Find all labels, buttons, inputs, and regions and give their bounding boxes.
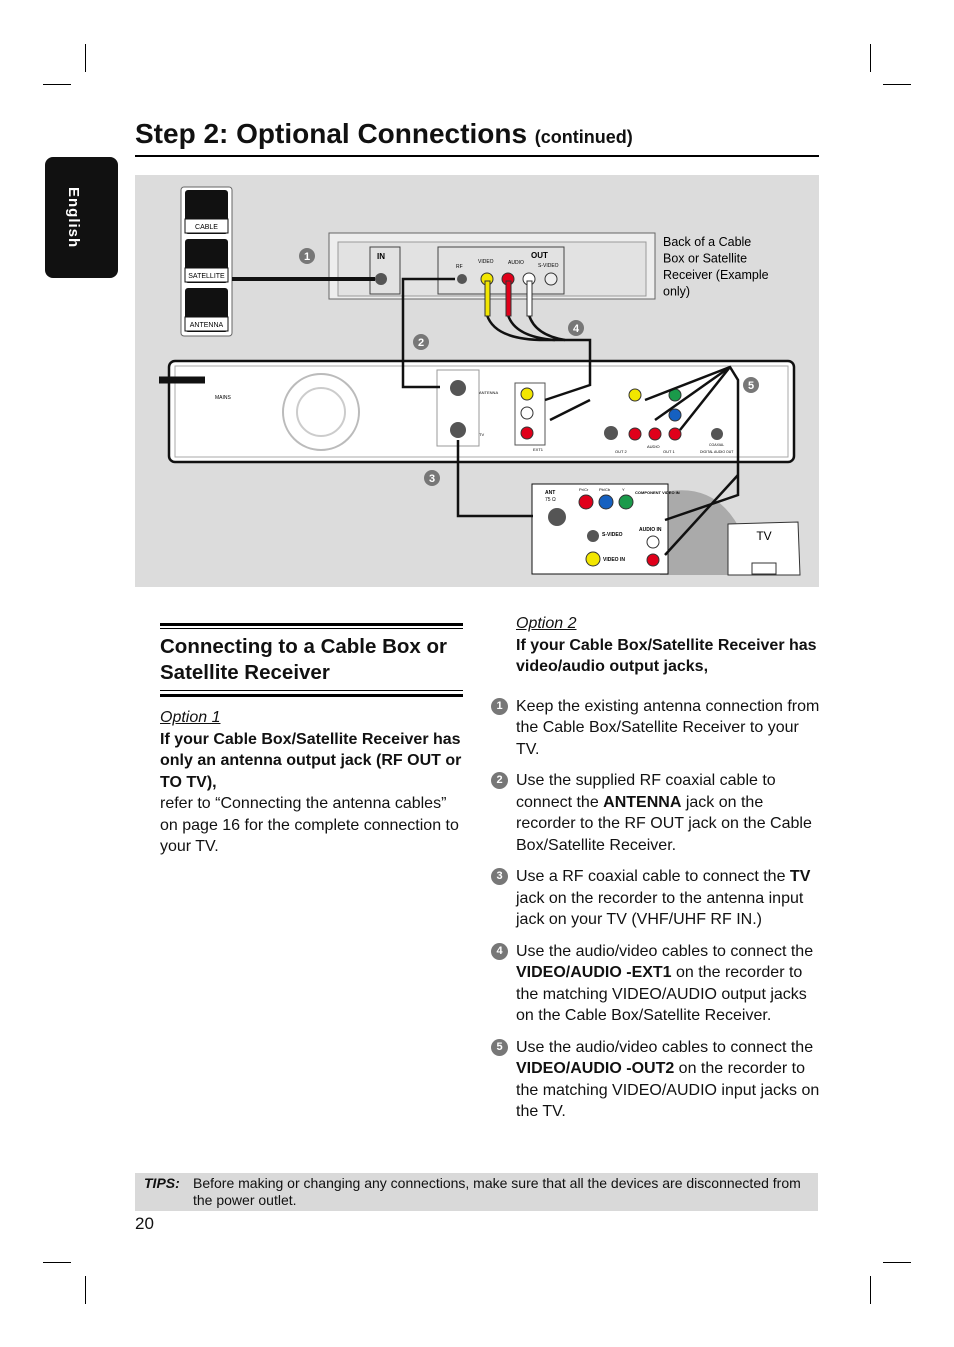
language-label: English <box>65 187 82 249</box>
tv-svideo-label: S-VIDEO <box>602 532 623 538</box>
tv-back-panel: ANT 75 Ω Pr/Cr Pb/Cb Y COMPONENT VIDEO I… <box>531 483 755 575</box>
callout-1: 1 <box>304 251 310 263</box>
satellite-label: SATELLITE <box>188 273 225 280</box>
step-bold: TV <box>789 868 811 885</box>
antenna-jack-label: ANTENNA <box>479 390 498 395</box>
ohm-label: 75 Ω <box>545 497 556 503</box>
prcr-label: Pr/Cr <box>579 487 589 492</box>
step-item: 3 Use a RF coaxial cable to connect the T… <box>491 866 821 931</box>
step-bold: VIDEO/AUDIO -EXT1 <box>516 964 672 981</box>
step-item: 1 Keep the existing antenna connection fr… <box>491 696 821 761</box>
tv-label: TV <box>756 529 771 543</box>
ant-label: ANT <box>545 490 555 496</box>
ext1-label: EXT1 <box>533 447 544 452</box>
step-item: 4 Use the audio/video cables to connect t… <box>491 941 821 1027</box>
option-2-title: If your Cable Box/Satellite Receiver has… <box>516 636 817 676</box>
step-item: 5 Use the audio/video cables to connect t… <box>491 1037 821 1123</box>
language-tab: English <box>45 157 118 278</box>
crop-mark <box>85 1276 86 1304</box>
step-number-icon: 2 <box>491 772 508 789</box>
audio-out-label: AUDIO <box>647 444 660 449</box>
title-rule <box>135 155 819 157</box>
out1-label: OUT 1 <box>663 449 675 454</box>
callout-3: 3 <box>429 473 435 485</box>
receiver-back: IN OUT RF VIDEO AUDIO S-VIDEO <box>328 232 656 300</box>
section-rule-top <box>160 623 463 626</box>
step-bold: ANTENNA <box>603 793 682 811</box>
crop-mark <box>870 1276 871 1304</box>
out-label: OUT <box>531 251 548 260</box>
option-1-label: Option 1 <box>160 709 221 726</box>
coaxial-label: COAXIAL <box>709 443 724 447</box>
option-1-body: refer to “Connecting the antenna cables”… <box>160 795 459 855</box>
tv-icon: TV <box>727 521 801 576</box>
pbcb-label: Pb/Cb <box>599 487 611 492</box>
video-in-label: VIDEO IN <box>603 557 625 563</box>
step-text: Use the audio/video cables to connect th… <box>516 942 814 960</box>
recorder-back: MAINS ANTENNA TV EXT1 OUT 2 AUDIO OUT 1 … <box>167 359 796 464</box>
step-number-icon: 1 <box>491 697 508 715</box>
y-label: Y <box>622 487 625 492</box>
callout-5: 5 <box>748 380 754 392</box>
step-text: Use a RF coaxial cable to connect the <box>516 868 790 885</box>
step-bold: VIDEO/AUDIO -OUT2 <box>516 1060 675 1077</box>
callout-4: 4 <box>573 323 580 335</box>
step-number-icon: 5 <box>491 1038 508 1056</box>
in-label: IN <box>377 252 385 261</box>
connection-diagram: CABLE SATELLITE ANTENNA IN OUT RF VIDEO … <box>135 175 819 587</box>
crop-mark <box>883 84 911 85</box>
section-rule-bottom-thick <box>160 694 463 697</box>
antenna-label: ANTENNA <box>190 322 224 329</box>
tips-text: Before making or changing any connection… <box>193 1175 801 1208</box>
video-label: VIDEO <box>478 259 494 265</box>
step-text: Keep the existing antenna connection fro… <box>516 697 820 758</box>
tips-label: TIPS: <box>144 1175 180 1191</box>
cable-label: CABLE <box>195 224 218 231</box>
out2-label: OUT 2 <box>615 449 627 454</box>
audio-label: AUDIO <box>508 260 524 266</box>
component-label: COMPONENT VIDEO IN <box>635 490 680 495</box>
step-item: 2 Use the supplied RF coaxial cable to co… <box>491 770 821 856</box>
audio-in-label: AUDIO IN <box>639 527 662 533</box>
crop-mark <box>870 44 871 72</box>
rf-label: RF <box>456 264 463 270</box>
tv-jack-label: TV <box>479 432 484 437</box>
step-number-icon: 4 <box>491 942 508 960</box>
option-1-title: If your Cable Box/Satellite Receiver has… <box>160 730 462 791</box>
option-1-block: Option 1 If your Cable Box/Satellite Rec… <box>160 707 465 858</box>
step-text: Use the audio/video cables to connect th… <box>516 1038 814 1056</box>
source-icons: CABLE SATELLITE ANTENNA <box>180 186 233 337</box>
crop-mark <box>883 1262 911 1263</box>
title-suffix: (continued) <box>534 127 633 147</box>
page-title: Step 2: Optional Connections (continued) <box>135 118 633 150</box>
section-rule-bottom <box>160 690 463 691</box>
section-rule-top-thin <box>160 628 463 629</box>
tips-bar: TIPS: Before making or changing any conn… <box>135 1173 818 1211</box>
crop-mark <box>43 84 71 85</box>
section-heading: Connecting to a Cable Box or Satellite R… <box>160 635 448 684</box>
digital-out-label: DIGITAL AUDIO OUT <box>700 450 734 454</box>
option-2-block: Option 2 If your Cable Box/Satellite Rec… <box>491 613 821 1123</box>
step-text-end: jack on the recorder to the antenna inpu… <box>516 889 804 929</box>
crop-mark <box>85 44 86 72</box>
receiver-caption: Back of a Cable Box or Satellite Receiver … <box>663 235 769 299</box>
mains-label: MAINS <box>215 395 232 401</box>
callout-2: 2 <box>418 337 424 349</box>
page-number: 20 <box>135 1214 154 1233</box>
crop-mark <box>43 1262 71 1263</box>
step-number-icon: 3 <box>491 868 508 885</box>
svideo-label: S-VIDEO <box>538 263 559 269</box>
title-text: Step 2: Optional Connections <box>135 118 528 149</box>
option-2-label: Option 2 <box>516 615 577 632</box>
